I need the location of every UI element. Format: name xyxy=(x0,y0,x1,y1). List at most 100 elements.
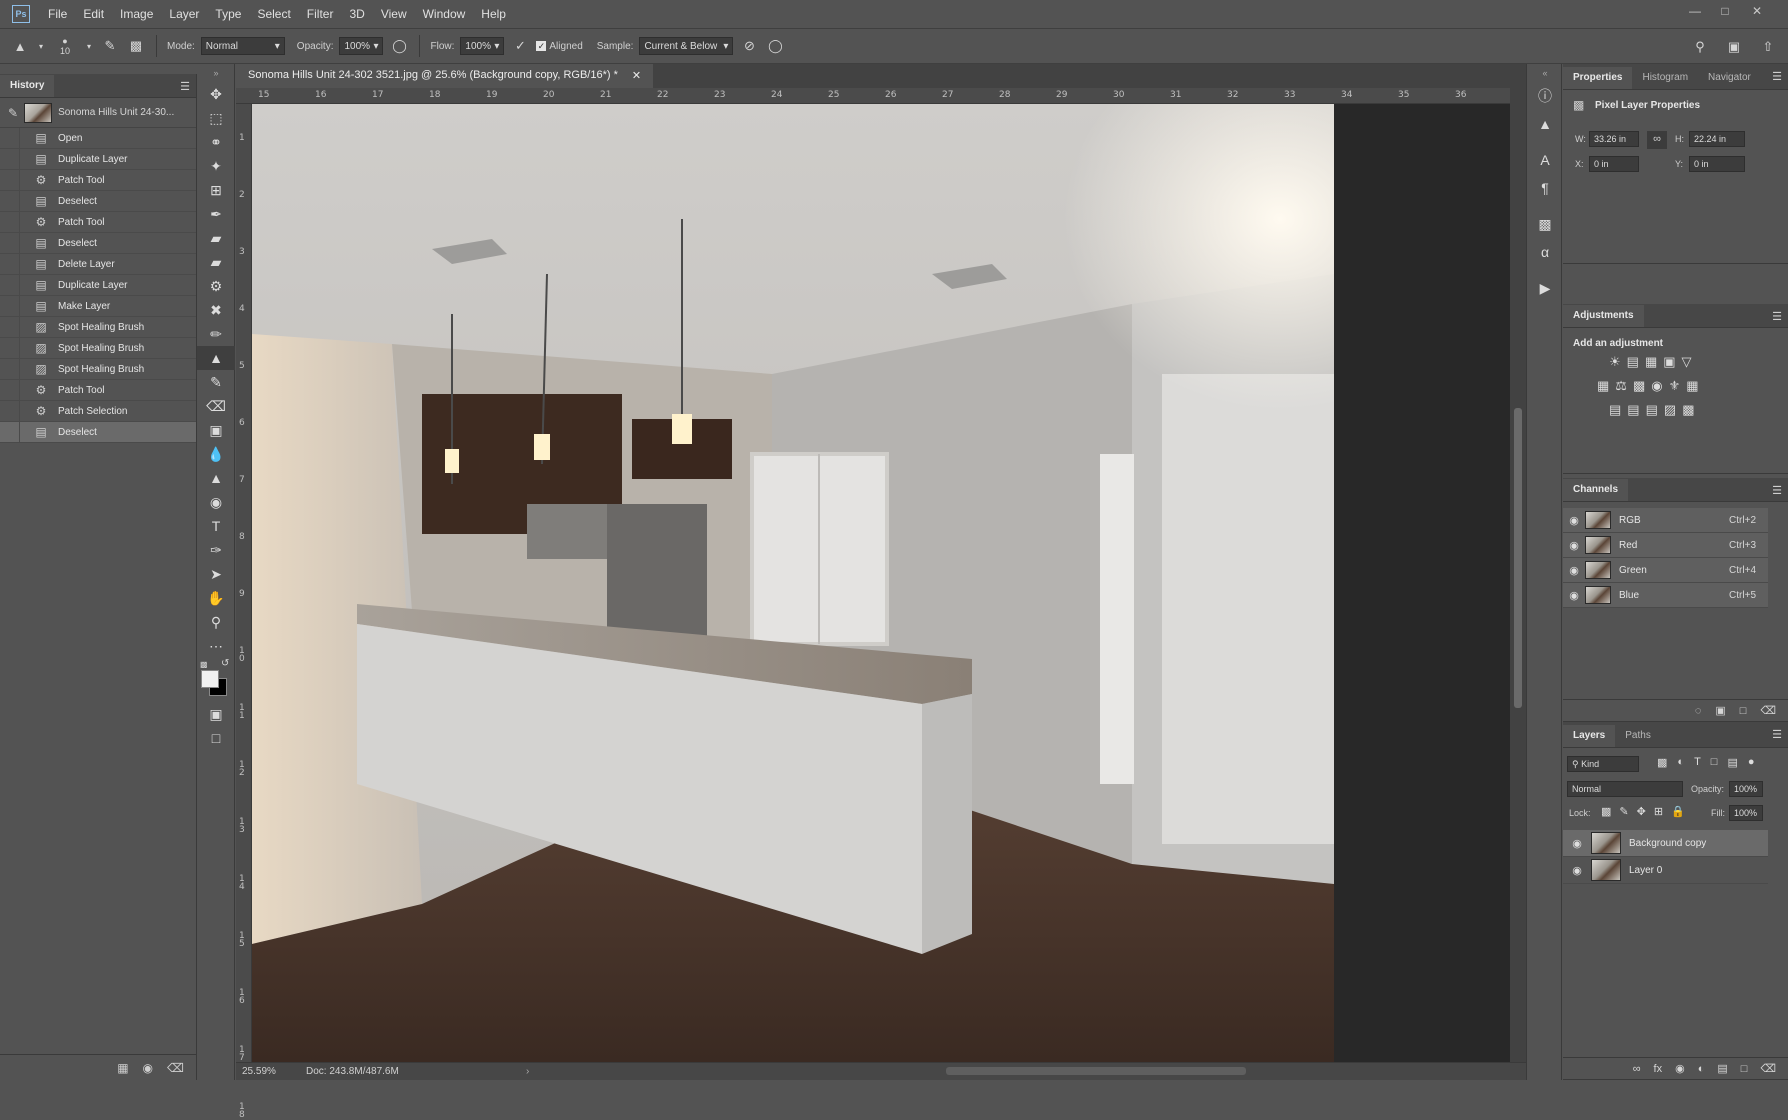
fx-icon[interactable]: fx xyxy=(1654,1063,1663,1075)
history-item[interactable]: ▤ Deselect xyxy=(0,190,196,212)
pressure-size-icon[interactable]: ◯ xyxy=(765,36,785,56)
eye-icon[interactable]: ◉ xyxy=(1563,864,1591,877)
mode-select[interactable]: Normal ▾ xyxy=(200,37,285,55)
airbrush-icon[interactable]: ✓ xyxy=(510,36,530,56)
screen-mode-icon[interactable]: □ xyxy=(197,726,235,750)
channel-row[interactable]: ◉ Red Ctrl+3 xyxy=(1563,533,1768,558)
history-source-checkbox[interactable] xyxy=(0,169,20,191)
clone-stamp-preset-icon[interactable]: ▲ xyxy=(10,36,30,56)
x-field[interactable]: 0 in xyxy=(1589,156,1639,172)
link-layers-icon[interactable]: ∞ xyxy=(1633,1063,1641,1075)
save-selection-icon[interactable]: ▣ xyxy=(1715,704,1725,717)
character-icon[interactable]: A xyxy=(1527,146,1563,174)
y-field[interactable]: 0 in xyxy=(1689,156,1745,172)
crop-tool-icon[interactable]: ⊞ xyxy=(197,178,235,202)
toolbar-collapse-icon[interactable]: » xyxy=(197,64,235,82)
more-tools-icon[interactable]: ⋯ xyxy=(197,634,235,658)
sharpen-tool-icon[interactable]: ▲ xyxy=(197,466,235,490)
healing-brush-tool-icon[interactable]: ▰ xyxy=(197,226,235,250)
history-item[interactable]: ▨ Spot Healing Brush xyxy=(0,358,196,380)
ignore-adjustment-layers-icon[interactable]: ⊘ xyxy=(739,36,759,56)
document-tab[interactable]: Sonoma Hills Unit 24-302 3521.jpg @ 25.6… xyxy=(236,64,654,88)
history-source-checkbox[interactable] xyxy=(0,400,20,422)
history-item[interactable]: ▨ Spot Healing Brush xyxy=(0,316,196,338)
character-styles-icon[interactable]: α xyxy=(1527,238,1563,266)
link-icon[interactable]: ∞ xyxy=(1647,131,1667,149)
tab-channels[interactable]: Channels xyxy=(1563,479,1629,501)
strip-collapse-icon[interactable]: « xyxy=(1527,64,1563,82)
filter-type-icon[interactable]: T xyxy=(1694,756,1701,769)
history-source-checkbox[interactable] xyxy=(0,295,20,317)
blur-tool-icon[interactable]: 💧 xyxy=(197,442,235,466)
brush-settings-icon[interactable]: ✎ xyxy=(100,36,120,56)
black-white-icon[interactable]: ▩ xyxy=(1633,378,1645,394)
blend-mode-select[interactable]: Normal xyxy=(1567,781,1683,797)
fill-field[interactable]: 100% xyxy=(1729,805,1763,821)
panel-menu-icon[interactable]: ☰ xyxy=(1772,728,1782,741)
flow-field[interactable]: 100% ▾ xyxy=(460,37,505,55)
share-icon[interactable]: ⇧ xyxy=(1758,37,1778,57)
trash-icon[interactable]: ⌫ xyxy=(1760,1062,1776,1075)
tab-adjustments[interactable]: Adjustments xyxy=(1563,305,1644,327)
tab-properties[interactable]: Properties xyxy=(1563,67,1633,89)
chevron-down-icon[interactable]: ▾ xyxy=(36,36,46,56)
lock-position-icon[interactable]: ✥ xyxy=(1637,805,1646,818)
gradient-tool-icon[interactable]: ▣ xyxy=(197,418,235,442)
clone-source-panel-icon[interactable]: ▲ xyxy=(1527,110,1563,138)
brightness-contrast-icon[interactable]: ☀ xyxy=(1609,354,1621,370)
eye-icon[interactable]: ◉ xyxy=(1563,564,1585,577)
foreground-color-swatch[interactable] xyxy=(201,670,219,688)
magic-wand-tool-icon[interactable]: ✦ xyxy=(197,154,235,178)
move-tool-icon[interactable]: ✥ xyxy=(197,82,235,106)
history-source-checkbox[interactable] xyxy=(0,274,20,296)
tab-histogram[interactable]: Histogram xyxy=(1632,67,1698,89)
eye-icon[interactable]: ◉ xyxy=(1563,514,1585,527)
channel-row[interactable]: ◉ Blue Ctrl+5 xyxy=(1563,583,1768,608)
posterize-icon[interactable]: ▤ xyxy=(1627,402,1639,418)
eye-icon[interactable]: ◉ xyxy=(1563,589,1585,602)
panel-menu-icon[interactable]: ☰ xyxy=(180,80,190,93)
history-source-checkbox[interactable] xyxy=(0,211,20,233)
history-item[interactable]: ⚙ Patch Tool xyxy=(0,211,196,233)
layer-row[interactable]: ◉ Background copy xyxy=(1563,830,1768,857)
color-balance-icon[interactable]: ⚖ xyxy=(1615,378,1627,394)
invert-icon[interactable]: ▤ xyxy=(1609,402,1621,418)
history-item[interactable]: ▤ Deselect xyxy=(0,421,196,443)
zoom-level[interactable]: 25.59% xyxy=(236,1066,296,1077)
brush-size-picker[interactable]: ● 10 xyxy=(52,36,78,56)
lock-pixels-icon[interactable]: ✎ xyxy=(1619,805,1628,818)
eyedropper-tool-icon[interactable]: ✒ xyxy=(197,202,235,226)
history-item[interactable]: ▤ Duplicate Layer xyxy=(0,274,196,296)
clone-stamp-tool-icon[interactable]: ▲ xyxy=(197,346,235,370)
photo-filter-icon[interactable]: ◉ xyxy=(1651,378,1662,394)
patch-tool-icon[interactable]: ⚙ xyxy=(197,274,235,298)
history-source-checkbox[interactable] xyxy=(0,253,20,275)
close-icon[interactable]: ✕ xyxy=(1744,4,1770,20)
curves-icon[interactable]: ▦ xyxy=(1645,354,1657,370)
history-source-checkbox[interactable] xyxy=(0,379,20,401)
history-source-checkbox[interactable] xyxy=(0,148,20,170)
tab-navigator[interactable]: Navigator xyxy=(1698,67,1761,89)
camera-icon[interactable]: ◉ xyxy=(143,1061,153,1075)
search-icon[interactable]: ⚲ xyxy=(1690,37,1710,57)
default-colors-icon[interactable]: ▩ xyxy=(200,660,208,669)
layer-row[interactable]: ◉ Layer 0 xyxy=(1563,857,1768,884)
width-field[interactable]: 33.26 in xyxy=(1589,131,1639,147)
dodge-tool-icon[interactable]: ◉ xyxy=(197,490,235,514)
new-group-icon[interactable]: ▤ xyxy=(1717,1062,1727,1075)
color-lookup-icon[interactable]: ▦ xyxy=(1686,378,1698,394)
vertical-scrollbar[interactable] xyxy=(1510,88,1526,1062)
history-source-checkbox[interactable] xyxy=(0,190,20,212)
chevron-down-icon[interactable]: ▾ xyxy=(84,36,94,56)
sample-select[interactable]: Current & Below ▾ xyxy=(639,37,734,55)
hue-saturation-icon[interactable]: ▦ xyxy=(1597,378,1609,394)
new-channel-icon[interactable]: □ xyxy=(1740,705,1747,717)
pressure-opacity-icon[interactable]: ◯ xyxy=(389,36,409,56)
opacity-field[interactable]: 100% ▾ xyxy=(339,37,384,55)
horizontal-scrollbar-thumb[interactable] xyxy=(946,1067,1246,1075)
eraser-tool-icon[interactable]: ⌫ xyxy=(197,394,235,418)
history-item[interactable]: ▤ Duplicate Layer xyxy=(0,148,196,170)
spot-healing-tool-icon[interactable]: ▰ xyxy=(197,250,235,274)
menu-view[interactable]: View xyxy=(373,7,415,21)
trash-icon[interactable]: ⌫ xyxy=(167,1061,184,1075)
